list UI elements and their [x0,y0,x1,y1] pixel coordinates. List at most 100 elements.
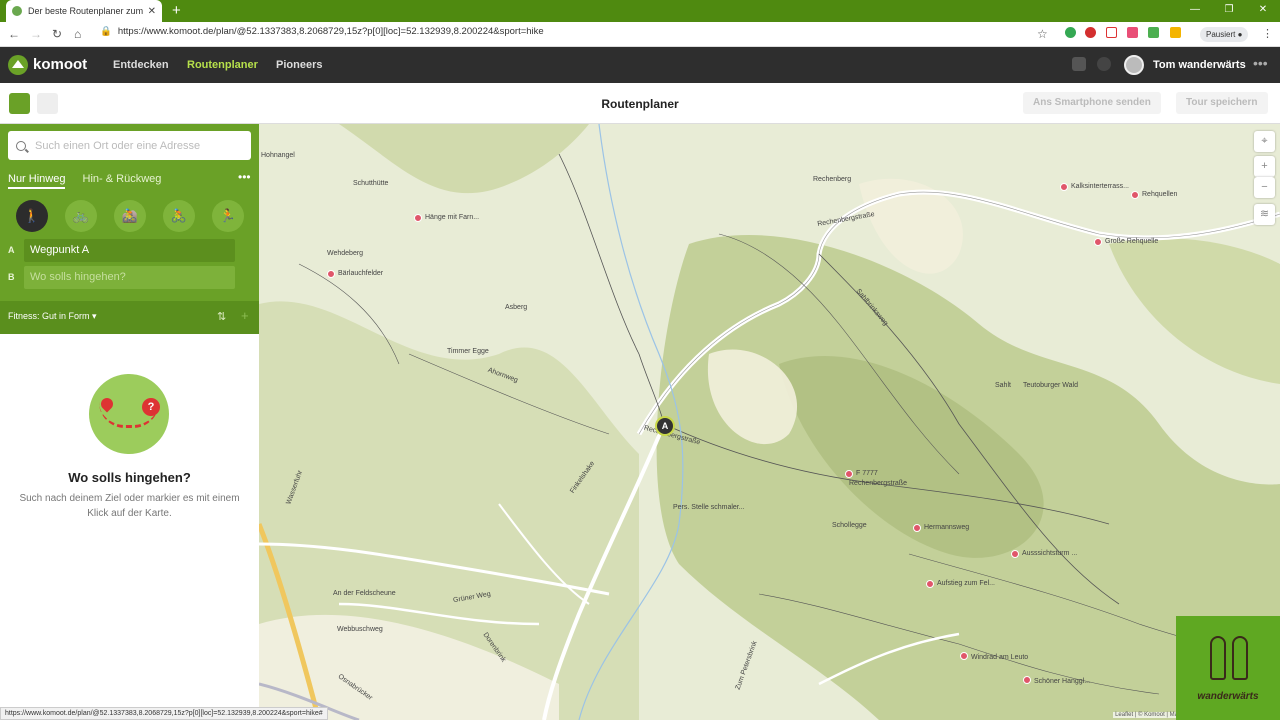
logo-text: wanderwärts [1197,691,1259,702]
map-label: Aufstieg zum Fel... [937,580,995,587]
forward-icon[interactable]: → [30,27,42,41]
add-icon[interactable] [1072,57,1086,71]
komoot-logo-icon[interactable] [8,55,28,75]
map-label: Große Rehquelle [1105,238,1159,245]
map-label: F 7777 [856,470,878,477]
reverse-route-icon[interactable]: ⇅ [217,310,226,323]
search-box[interactable] [8,131,251,160]
opera-extension-icon[interactable] [1085,27,1096,38]
fitness-bar: Fitness: Gut in Form ▾ ⇅ + [0,301,259,334]
run-icon[interactable]: 🏃 [212,200,244,232]
extension-icon[interactable] [1148,27,1159,38]
tab-close-icon[interactable]: ✕ [148,6,156,17]
fitness-dropdown[interactable]: Fitness: Gut in Form ▾ [8,311,97,322]
poi-marker-icon[interactable] [414,214,422,222]
profile-paused-button[interactable]: Pausiert ● [1200,27,1249,42]
map-label: Wehdeberg [327,250,364,257]
map-label: Hänge mit Farn... [425,214,480,221]
window-controls: — ❐ ✕ [1178,0,1280,22]
nav-pioneers[interactable]: Pioneers [276,59,322,71]
extension-icon[interactable] [1170,27,1181,38]
waypoint-a-field[interactable]: Wegpunkt A [24,239,235,262]
map-label: Rechenberg [813,176,852,183]
search-input[interactable] [35,139,235,152]
poi-marker-icon[interactable] [1094,238,1102,246]
komoot-favicon-icon [12,6,22,16]
locate-icon[interactable]: ⌖ [1254,131,1275,152]
more-menu-icon[interactable]: ••• [1253,55,1268,71]
zoom-in-icon[interactable]: + [1254,156,1275,177]
nav-entdecken[interactable]: Entdecken [113,59,169,71]
map-label: Webbuschweg [337,626,383,633]
close-window-icon[interactable]: ✕ [1246,0,1280,22]
sport-selector: 🚶 🚲 🚵 🚴 🏃 [16,200,244,232]
notification-bell-icon[interactable] [1097,57,1111,71]
poi-marker-icon[interactable] [1060,183,1068,191]
user-name[interactable]: Tom wanderwärts [1153,59,1246,71]
brand-name[interactable]: komoot [33,56,87,73]
bike-icon[interactable]: 🚲 [65,200,97,232]
extension-icon[interactable] [1065,27,1076,38]
tab-one-way[interactable]: Nur Hinweg [8,173,66,189]
extension-icon[interactable] [1106,27,1117,38]
planner-sidebar: Nur Hinweg Hin- & Rückweg ••• 🚶 🚲 🚵 🚴 🏃 … [0,124,259,720]
komoot-header: komoot Entdecken Routenplaner Pioneers T… [0,47,1280,83]
save-tour-button[interactable]: Tour speichern [1176,92,1268,114]
tab-round-trip[interactable]: Hin- & Rückweg [83,173,162,187]
hike-icon[interactable]: 🚶 [16,200,48,232]
home-icon[interactable]: ⌂ [74,27,81,41]
route-options-icon[interactable]: ••• [238,170,251,184]
nav-routenplaner[interactable]: Routenplaner [187,59,258,71]
avatar[interactable] [1124,55,1144,75]
empty-state-title: Wo solls hingehen? [68,470,191,485]
search-icon [16,140,26,151]
map-label: Rechenbergstraße [849,480,907,487]
poi-marker-icon[interactable] [913,524,921,532]
map-label: Sahlt [995,382,1011,389]
waypoint-a-label: A [8,245,15,255]
map-label: Teutoburger Wald [1023,382,1078,389]
waypoint-b-label: B [8,272,15,282]
send-to-smartphone-button[interactable]: Ans Smartphone senden [1023,92,1161,114]
restore-icon[interactable]: ❐ [1212,0,1246,22]
url-field[interactable]: 🔒 https://www.komoot.de/plan/@52.1337383,… [100,26,544,37]
bookmark-star-icon[interactable]: ☆ [1037,27,1048,41]
browser-tab[interactable]: Der beste Routenplaner zum Ra ✕ [6,0,162,22]
planner-controls: Nur Hinweg Hin- & Rückweg ••• 🚶 🚲 🚵 🚴 🏃 … [0,124,259,334]
map-label: Bärlauchfelder [338,270,384,277]
poi-marker-icon[interactable] [1023,676,1031,684]
back-icon[interactable]: ← [8,27,20,41]
poi-marker-icon[interactable] [1131,191,1139,199]
address-bar: ← → ↻ ⌂ 🔒 https://www.komoot.de/plan/@52.… [0,22,1280,47]
poi-marker-icon[interactable] [960,652,968,660]
mountainbike-icon[interactable]: 🚵 [114,200,146,232]
map-terrain [259,124,1280,720]
map-label: Hohnangel [261,152,295,159]
hiker-figure-icon [1210,636,1226,680]
map-canvas[interactable]: Hohnangel Schutthütte Hänge mit Farn... … [259,124,1280,720]
wanderwaerts-logo: wanderwärts [1176,616,1280,720]
route-illustration: ? [89,374,169,454]
new-tab-icon[interactable]: + [172,3,181,19]
layers-icon[interactable]: ≋ [1254,204,1275,225]
waypoint-a-marker[interactable]: A [655,416,675,436]
browser-menu-icon[interactable]: ⋮ [1262,27,1273,40]
poi-marker-icon[interactable] [327,270,335,278]
map-label: An der Feldscheune [333,590,396,597]
extension-icon[interactable] [1127,27,1138,38]
add-waypoint-icon[interactable]: + [241,308,249,323]
reload-icon[interactable]: ↻ [52,27,62,41]
url-text: https://www.komoot.de/plan/@52.1337383,8… [117,26,544,37]
tab-title: Der beste Routenplaner zum Ra [28,6,144,16]
paused-label: Pausiert [1206,30,1236,39]
question-pin-icon: ? [142,398,160,416]
waypoint-b-field[interactable]: Wo solls hingehen? [24,266,235,289]
minimize-icon[interactable]: — [1178,0,1212,22]
route-type-tabs: Nur Hinweg Hin- & Rückweg [8,173,175,189]
poi-marker-icon[interactable] [845,470,853,478]
poi-marker-icon[interactable] [1011,550,1019,558]
map-label: Windrad am Leuto [971,654,1029,661]
zoom-out-icon[interactable]: − [1254,177,1275,198]
roadbike-icon[interactable]: 🚴 [163,200,195,232]
poi-marker-icon[interactable] [926,580,934,588]
